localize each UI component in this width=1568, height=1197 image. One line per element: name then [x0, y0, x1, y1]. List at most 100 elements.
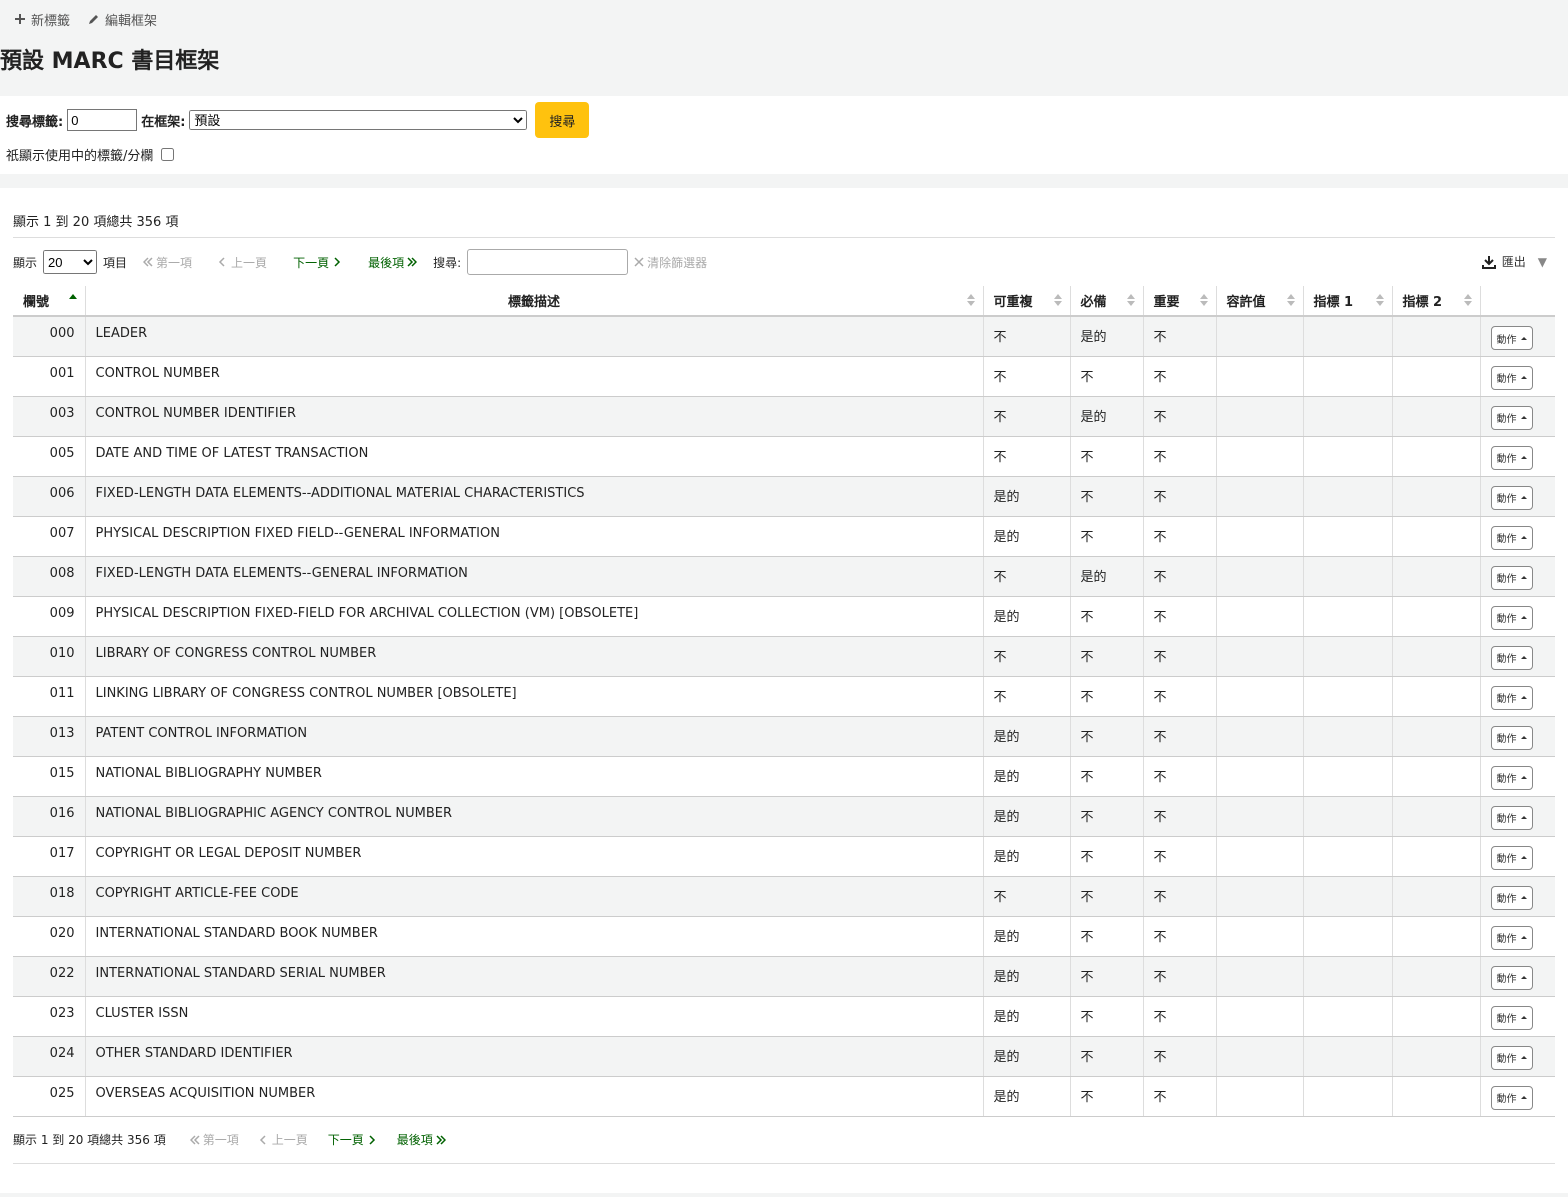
tag-search-input[interactable] — [67, 109, 138, 131]
column-header[interactable]: 指標 2 — [1392, 286, 1481, 317]
repeatable-cell: 是的 — [983, 996, 1071, 1037]
column-header[interactable]: 必備 — [1070, 286, 1144, 317]
table-row: 003 CONTROL NUMBER IDENTIFIER 不是的不動作 — [13, 396, 1555, 437]
used-only-label: 祇顯示使用中的標籤/分欄 — [6, 148, 154, 164]
actions-dropdown-button[interactable]: 動作 — [1490, 885, 1533, 910]
column-header[interactable]: 重要 — [1143, 286, 1217, 317]
column-header[interactable]: 容許值 — [1216, 286, 1304, 317]
export-button[interactable]: 匯出 ▼ — [1481, 253, 1547, 270]
actions-dropdown-button[interactable]: 動作 — [1490, 485, 1533, 510]
plus-icon — [15, 14, 25, 24]
used-only-checkbox[interactable] — [161, 147, 175, 161]
actions-label: 動作 — [1496, 1094, 1517, 1105]
actions-dropdown-button[interactable]: 動作 — [1490, 725, 1533, 750]
first-page-button[interactable]: 第一項 — [133, 254, 202, 271]
next-page-button[interactable]: 下一頁 — [283, 254, 352, 271]
mandatory-cell: 不 — [1070, 676, 1144, 717]
prev-page-button-bottom[interactable]: 上一頁 — [249, 1131, 318, 1148]
actions-dropdown-button[interactable]: 動作 — [1490, 445, 1533, 470]
edit-framework-button[interactable]: 編輯框架 — [88, 10, 157, 29]
description-cell: PATENT CONTROL INFORMATION — [85, 716, 984, 757]
actions-cell: 動作 — [1480, 756, 1555, 797]
description-cell: LINKING LIBRARY OF CONGRESS CONTROL NUMB… — [85, 676, 984, 717]
actions-dropdown-button[interactable]: 動作 — [1490, 805, 1533, 830]
tag-search-label: 搜尋標籤: — [6, 114, 64, 130]
tag-cell: 022 — [13, 956, 86, 997]
actions-dropdown-button[interactable]: 動作 — [1490, 605, 1533, 630]
actions-dropdown-button[interactable]: 動作 — [1490, 365, 1533, 390]
new-tag-button[interactable]: 新標籤 — [14, 10, 70, 29]
actions-dropdown-button[interactable]: 動作 — [1490, 1045, 1533, 1070]
table-search-input[interactable] — [467, 249, 629, 275]
first-page-label-bottom: 第一項 — [202, 1133, 239, 1147]
actions-dropdown-button[interactable]: 動作 — [1490, 405, 1533, 430]
column-header[interactable]: 可重複 — [983, 286, 1071, 317]
tag-cell: 009 — [13, 596, 86, 637]
first-page-button-bottom[interactable]: 第一項 — [180, 1131, 249, 1148]
framework-select[interactable]: 預設 — [189, 110, 528, 130]
caret-up-icon — [1520, 816, 1527, 819]
page-length-select[interactable]: 20 — [43, 250, 98, 274]
authorised-value-cell — [1216, 596, 1304, 637]
actions-dropdown-button[interactable]: 動作 — [1490, 765, 1533, 790]
actions-dropdown-button[interactable]: 動作 — [1490, 525, 1533, 550]
mandatory-cell: 不 — [1070, 436, 1144, 477]
tag-cell: 013 — [13, 716, 86, 757]
column-header[interactable]: 欄號 — [13, 286, 86, 317]
caret-up-icon — [1520, 1016, 1527, 1019]
tag-cell: 025 — [13, 1076, 86, 1117]
actions-dropdown-button[interactable]: 動作 — [1490, 1005, 1533, 1030]
important-cell: 不 — [1143, 1076, 1217, 1117]
repeatable-cell: 是的 — [983, 476, 1071, 517]
prev-page-button[interactable]: 上一頁 — [208, 254, 277, 271]
actions-dropdown-button[interactable]: 動作 — [1490, 565, 1533, 590]
actions-label: 動作 — [1496, 534, 1517, 545]
repeatable-cell: 不 — [983, 436, 1071, 477]
actions-dropdown-button[interactable]: 動作 — [1490, 1085, 1533, 1110]
last-page-button[interactable]: 最後項 — [358, 254, 427, 271]
actions-dropdown-button[interactable]: 動作 — [1490, 965, 1533, 990]
table-row: 020 INTERNATIONAL STANDARD BOOK NUMBER 是的不… — [13, 916, 1555, 957]
indicator-2-cell — [1392, 996, 1481, 1037]
tag-cell: 023 — [13, 996, 86, 1037]
new-tag-label: 新標籤 — [31, 13, 71, 29]
last-page-button-bottom[interactable]: 最後項 — [387, 1131, 456, 1148]
column-header[interactable]: 標籤描述 — [85, 286, 984, 317]
caret-up-icon — [1520, 336, 1527, 340]
export-label: 匯出 — [1501, 255, 1526, 269]
indicator-1-cell — [1303, 716, 1393, 757]
indicator-2-cell — [1392, 356, 1481, 397]
indicator-1-cell — [1303, 556, 1393, 597]
indicator-1-cell — [1303, 436, 1393, 477]
authorised-value-cell — [1216, 796, 1304, 837]
authorised-value-cell — [1216, 956, 1304, 997]
table-row: 007 PHYSICAL DESCRIPTION FIXED FIELD--GEN… — [13, 516, 1555, 557]
description-cell: OTHER STANDARD IDENTIFIER — [85, 1036, 984, 1077]
actions-dropdown-button[interactable]: 動作 — [1490, 685, 1533, 710]
actions-cell: 動作 — [1480, 716, 1555, 757]
clear-filter-button[interactable]: 清除篩選器 — [634, 254, 707, 271]
actions-label: 動作 — [1496, 374, 1517, 385]
edit-framework-label: 編輯框架 — [105, 13, 158, 29]
indicator-2-cell — [1392, 676, 1481, 717]
repeatable-cell: 不 — [983, 876, 1071, 917]
actions-dropdown-button[interactable]: 動作 — [1490, 645, 1533, 670]
search-button[interactable]: 搜尋 — [535, 102, 590, 138]
next-page-button-bottom[interactable]: 下一頁 — [318, 1131, 387, 1148]
mandatory-cell: 不 — [1070, 716, 1144, 757]
marc-tags-table: 欄號 標籤描述 可重複 必備 重要 容許值 指標 1 指標 2 000 LEADER 不是的不動作… — [13, 286, 1555, 1117]
double-chevron-right-icon — [407, 257, 418, 267]
column-header-label: 重要 — [1153, 295, 1180, 310]
indicator-1-cell — [1303, 836, 1393, 877]
description-cell: NATIONAL BIBLIOGRAPHY NUMBER — [85, 756, 984, 797]
mandatory-cell: 不 — [1070, 916, 1144, 957]
authorised-value-cell — [1216, 996, 1304, 1037]
actions-dropdown-button[interactable]: 動作 — [1490, 326, 1533, 350]
indicator-2-cell — [1392, 556, 1481, 597]
important-cell: 不 — [1143, 316, 1217, 357]
actions-dropdown-button[interactable]: 動作 — [1490, 925, 1533, 950]
column-header[interactable]: 指標 1 — [1303, 286, 1393, 317]
actions-dropdown-button[interactable]: 動作 — [1490, 845, 1533, 870]
mandatory-cell: 是的 — [1070, 316, 1144, 357]
chevron-left-icon — [259, 1134, 266, 1145]
